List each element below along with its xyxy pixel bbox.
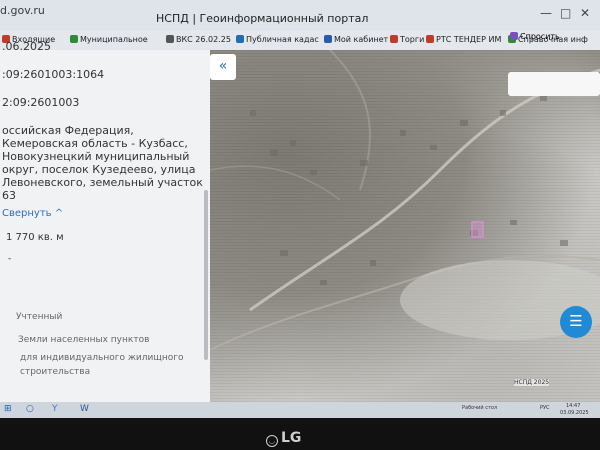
app-yandex-icon[interactable]: Y: [52, 404, 58, 414]
cadastral-quarter[interactable]: 2:09:2601003: [2, 96, 79, 109]
address-line: Кемеровская область - Кузбасс,: [2, 137, 188, 150]
screen: d.gov.ru НСПД | Геоинформационный портал…: [0, 0, 600, 418]
close-button[interactable]: ✕: [580, 6, 590, 20]
address-line: 63: [2, 189, 16, 202]
tray-time[interactable]: 14:47: [566, 403, 580, 409]
area-value: 1 770 кв. м: [6, 232, 64, 243]
maximize-button[interactable]: □: [560, 6, 571, 20]
user-icon: [324, 35, 332, 43]
bookmark-vks[interactable]: ВКС 26.02.25: [166, 35, 231, 44]
permitted-use: для индивидуального жилищного: [20, 353, 184, 363]
bookmark-cadastral[interactable]: Публичная кадас: [236, 35, 319, 44]
lg-logo: ◡ LG: [266, 430, 301, 447]
double-chevron-left-icon: «: [218, 58, 228, 74]
map-icon: [236, 35, 244, 43]
address-line: Левоневского, земельный участок: [2, 176, 203, 189]
minimize-button[interactable]: —: [540, 6, 552, 20]
gear-icon: [166, 35, 174, 43]
search-icon[interactable]: ○: [26, 404, 34, 414]
ask-button[interactable]: Спросить: [510, 32, 560, 41]
cadastral-number: :09:2601003:1064: [2, 68, 105, 81]
chat-icon: ☰: [569, 312, 583, 330]
assistant-icon: [510, 32, 518, 40]
bookmark-cabinet[interactable]: Мой кабинет: [324, 35, 388, 44]
taskbar: ⊞ ○ Y W Рабочий стол РУС 14:47 03.09.202…: [0, 402, 600, 418]
land-category: Земли населенных пунктов: [18, 335, 150, 345]
tray-label: Рабочий стол: [462, 405, 498, 411]
status-value: Учтенный: [16, 312, 63, 322]
object-info-panel: .06.2025 :09:2601003:1064 2:09:2601003 о…: [0, 40, 210, 402]
rts-icon: [426, 35, 434, 43]
chat-button[interactable]: ☰: [560, 306, 592, 338]
start-icon[interactable]: ⊞: [4, 404, 12, 414]
window-title: НСПД | Геоинформационный портал: [156, 12, 369, 25]
address-line: округ, поселок Кузедеево, улица: [2, 163, 196, 176]
permitted-use: строительства: [20, 367, 91, 377]
app-word-icon[interactable]: W: [80, 404, 89, 414]
panel-scrollbar[interactable]: [204, 190, 208, 360]
empty-value: -: [8, 254, 12, 264]
map-features: [210, 50, 600, 351]
keyboard-layout[interactable]: РУС: [540, 405, 550, 411]
chevron-up-icon: ^: [54, 208, 64, 219]
gavel-icon: [390, 35, 398, 43]
shield-icon: [70, 35, 78, 43]
address-bar[interactable]: d.gov.ru: [0, 4, 45, 17]
collapse-link[interactable]: Свернуть ^: [2, 208, 63, 219]
address-line: оссийская Федерация,: [2, 124, 134, 137]
date-text: .06.2025: [2, 40, 51, 53]
map-search-box[interactable]: [508, 72, 600, 96]
bookmark-auctions[interactable]: Торги: [390, 35, 424, 44]
bookmark-municipal[interactable]: Муниципальное: [70, 35, 148, 44]
tray-date[interactable]: 03.09.2025: [560, 410, 589, 416]
map-attribution: НСПД 2025: [514, 379, 550, 386]
address-line: Новокузнецкий муниципальный: [2, 150, 190, 163]
monitor: d.gov.ru НСПД | Геоинформационный портал…: [0, 0, 600, 450]
collapse-panel-button[interactable]: «: [210, 54, 236, 80]
bookmark-rts-tender[interactable]: РТС ТЕНДЕР ИМ: [426, 35, 501, 44]
lg-circle-icon: ◡: [266, 435, 278, 447]
satellite-map[interactable]: [210, 50, 600, 402]
browser-titlebar: d.gov.ru НСПД | Геоинформационный портал…: [0, 0, 600, 30]
